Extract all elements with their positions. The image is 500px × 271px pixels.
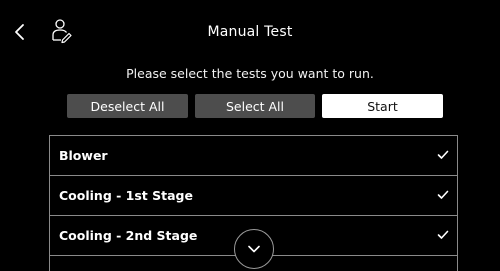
start-button[interactable]: Start <box>322 94 443 118</box>
test-label: Blower <box>59 148 108 163</box>
instruction-text: Please select the tests you want to run. <box>126 66 374 81</box>
scroll-down-button[interactable] <box>234 229 274 269</box>
checkmark-icon <box>437 230 449 239</box>
test-label: Cooling - 2nd Stage <box>59 228 198 243</box>
select-all-button[interactable]: Select All <box>195 94 315 118</box>
page-title: Manual Test <box>207 24 293 40</box>
chevron-down-icon <box>248 245 260 253</box>
test-row-cooling-1st-stage[interactable]: Cooling - 1st Stage <box>50 176 457 216</box>
checkmark-icon <box>437 190 449 199</box>
test-row-blower[interactable]: Blower <box>50 136 457 176</box>
test-label: Cooling - 1st Stage <box>59 188 193 203</box>
checkmark-icon <box>437 150 449 159</box>
deselect-all-button[interactable]: Deselect All <box>67 94 188 118</box>
